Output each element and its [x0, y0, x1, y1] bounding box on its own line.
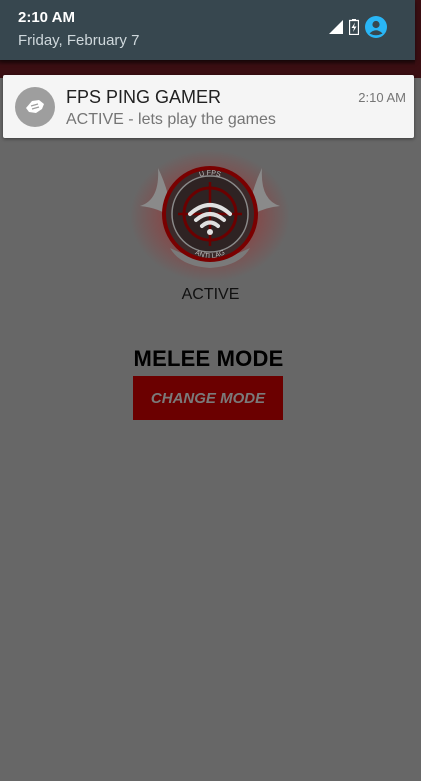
notification-title: FPS PING GAMER: [66, 87, 222, 107]
clock-date: Friday, February 7: [18, 32, 140, 49]
app-logo-icon: [15, 87, 55, 127]
app-logo: U FPS ANTI LAG: [130, 148, 290, 283]
clock-time: 2:10 AM: [18, 9, 75, 26]
notification-card[interactable]: FPS PING GAMER ACTIVE - lets play the ga…: [3, 75, 414, 138]
mode-title: MELEE MODE: [133, 346, 284, 371]
status-icons: [329, 16, 387, 43]
notification-shade-header: 2:10 AM Friday, February 7: [0, 0, 415, 66]
notification-text: ACTIVE - lets play the games: [66, 111, 276, 128]
notification-time: 2:10 AM: [358, 90, 406, 105]
signal-icon: [329, 20, 343, 39]
status-label: ACTIVE: [181, 286, 240, 303]
account-icon[interactable]: [365, 16, 387, 43]
battery-charging-icon: [348, 19, 360, 40]
change-mode-button[interactable]: CHANGE MODE: [133, 376, 283, 420]
